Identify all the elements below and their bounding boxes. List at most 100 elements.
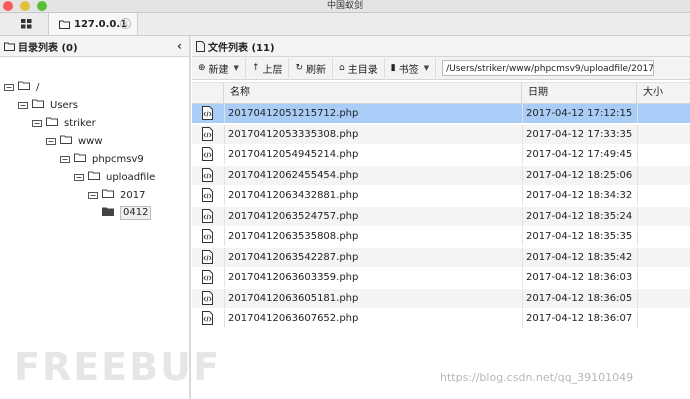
column-separator: [522, 145, 523, 164]
tree-node[interactable]: Users: [18, 97, 78, 113]
tab-host[interactable]: 127.0.0.1 ×: [48, 13, 138, 35]
tree-toggle-icon[interactable]: [60, 155, 70, 163]
tree-toggle-icon[interactable]: [74, 173, 84, 181]
path-input[interactable]: /Users/striker/www/phpcmsv9/uploadfile/2…: [442, 60, 655, 76]
collapse-panel-icon[interactable]: ‹: [177, 39, 182, 53]
file-date: 2017-04-12 18:36:05: [526, 292, 633, 304]
watermark-brand: FREEBUF: [14, 345, 221, 389]
php-file-icon: [202, 106, 213, 125]
column-separator: [224, 206, 225, 226]
file-date: 2017-04-12 18:25:06: [526, 169, 633, 181]
watermark-url: https://blog.csdn.net/qq_39101049: [440, 371, 634, 384]
column-separator: [224, 247, 225, 267]
table-row[interactable]: 20170412054945214.php 2017-04-12 17:49:45: [192, 145, 690, 165]
file-name: 20170412062455454.php: [228, 169, 359, 181]
minimize-window-button[interactable]: [20, 1, 30, 11]
tree-node-label: 2017: [120, 189, 146, 201]
window-title: 中国蚁剑: [326, 1, 363, 11]
home-button[interactable]: ⌂ 主目录: [333, 58, 385, 78]
column-separator: [637, 227, 638, 246]
home-icon: ⌂: [339, 63, 345, 73]
maximize-window-button[interactable]: [37, 1, 47, 11]
grid-view-button[interactable]: [17, 16, 35, 32]
tree-node-label: uploadfile: [106, 171, 156, 183]
file-name: 20170412051215712.php: [228, 108, 359, 119]
close-window-button[interactable]: [3, 1, 13, 11]
file-table-header: 名称 日期 大小: [192, 82, 690, 104]
arrow-up-icon: ↑: [251, 63, 260, 73]
file-name: 20170412063524757.php: [228, 210, 359, 222]
table-row[interactable]: 20170412063605181.php 2017-04-12 18:36:05: [192, 288, 690, 310]
file-name: 20170412063603359.php: [228, 272, 359, 283]
file-name: 20170412063542287.php: [228, 251, 359, 263]
directory-panel-title: 目录列表 (0): [18, 42, 78, 54]
date-column-header[interactable]: 日期: [522, 83, 637, 103]
tree-toggle-icon[interactable]: [32, 119, 42, 127]
size-column-header[interactable]: 大小: [637, 83, 690, 103]
name-column-header[interactable]: 名称: [224, 83, 522, 103]
php-file-icon: [202, 188, 213, 207]
home-button-label: 主目录: [347, 64, 378, 76]
bookmark-button[interactable]: ▮ 书签 ▼: [385, 58, 437, 78]
tree-node[interactable]: 0412: [102, 205, 152, 221]
file-date: 2017-04-12 18:36:07: [526, 313, 633, 324]
refresh-button[interactable]: ↻ 刷新: [289, 58, 334, 78]
up-button[interactable]: ↑ 上层: [246, 58, 290, 78]
tree-toggle-icon[interactable]: [88, 191, 98, 199]
column-separator: [224, 288, 225, 308]
icon-column-header: [192, 83, 224, 103]
table-row[interactable]: 20170412053335308.php 2017-04-12 17:33:35: [192, 124, 690, 145]
file-date: 2017-04-12 18:35:42: [526, 251, 633, 263]
tree-node[interactable]: www: [46, 133, 103, 149]
column-separator: [637, 206, 638, 226]
tree-node[interactable]: 2017: [88, 187, 145, 203]
file-date: 2017-04-12 17:12:15: [526, 108, 633, 119]
file-toolbar: ⊕ 新建 ▼ ↑ 上层 ↻ 刷新 ⌂ 主目录 ▮ 书签 ▼ /Users/str…: [192, 57, 690, 80]
table-row[interactable]: 20170412063432881.php 2017-04-12 18:34:32: [192, 186, 690, 206]
close-tab-icon[interactable]: ×: [120, 18, 131, 29]
table-row[interactable]: 20170412063542287.php 2017-04-12 18:35:42: [192, 247, 690, 268]
column-separator: [522, 247, 523, 267]
tree-toggle-icon[interactable]: [46, 137, 56, 145]
php-file-icon: [202, 270, 213, 289]
column-separator: [224, 227, 225, 246]
folder-open-icon: [32, 99, 44, 111]
folder-open-icon: [60, 135, 72, 147]
title-bar: 中国蚁剑: [0, 0, 690, 13]
tree-node[interactable]: phpcmsv9: [60, 151, 144, 167]
tree-node-label: 0412: [120, 206, 152, 220]
table-row[interactable]: 20170412063524757.php 2017-04-12 18:35:24: [192, 206, 690, 227]
folder-open-icon: [18, 81, 30, 93]
table-row[interactable]: 20170412062455454.php 2017-04-12 18:25:06: [192, 165, 690, 186]
php-file-icon: [202, 311, 213, 330]
tree-node[interactable]: /: [4, 79, 39, 95]
column-separator: [522, 124, 523, 144]
php-file-icon: [202, 290, 213, 310]
table-row[interactable]: 20170412063603359.php 2017-04-12 18:36:03: [192, 268, 690, 288]
column-separator: [522, 309, 523, 328]
folder-icon: [102, 207, 114, 219]
column-separator: [522, 186, 523, 205]
chevron-down-icon: ▼: [423, 64, 430, 72]
tree-node-label: /: [36, 81, 40, 93]
bookmark-button-label: 书签: [398, 64, 419, 76]
file-icon: [196, 40, 205, 52]
file-panel: 文件列表 (11) ⊕ 新建 ▼ ↑ 上层 ↻ 刷新 ⌂ 主目录 ▮ 书签 ▼ …: [192, 36, 690, 399]
tree-node[interactable]: striker: [32, 115, 96, 131]
file-name: 20170412063605181.php: [228, 292, 359, 304]
tab-bar: 127.0.0.1 ×: [0, 13, 690, 36]
table-row[interactable]: 20170412063535808.php 2017-04-12 18:35:35: [192, 227, 690, 247]
bookmark-icon: ▮: [390, 63, 396, 73]
tree-toggle-icon[interactable]: [4, 83, 14, 91]
table-row[interactable]: 20170412051215712.php 2017-04-12 17:12:15: [192, 104, 690, 124]
table-row[interactable]: 20170412063607652.php 2017-04-12 18:36:07: [192, 309, 690, 329]
column-separator: [522, 227, 523, 246]
column-separator: [637, 288, 638, 308]
column-separator: [224, 309, 225, 328]
tree-toggle-icon[interactable]: [18, 101, 28, 109]
column-separator: [637, 165, 638, 185]
column-separator: [224, 165, 225, 185]
new-button[interactable]: ⊕ 新建 ▼: [192, 58, 246, 78]
tree-node[interactable]: uploadfile: [74, 169, 155, 185]
folder-open-icon: [46, 117, 58, 129]
